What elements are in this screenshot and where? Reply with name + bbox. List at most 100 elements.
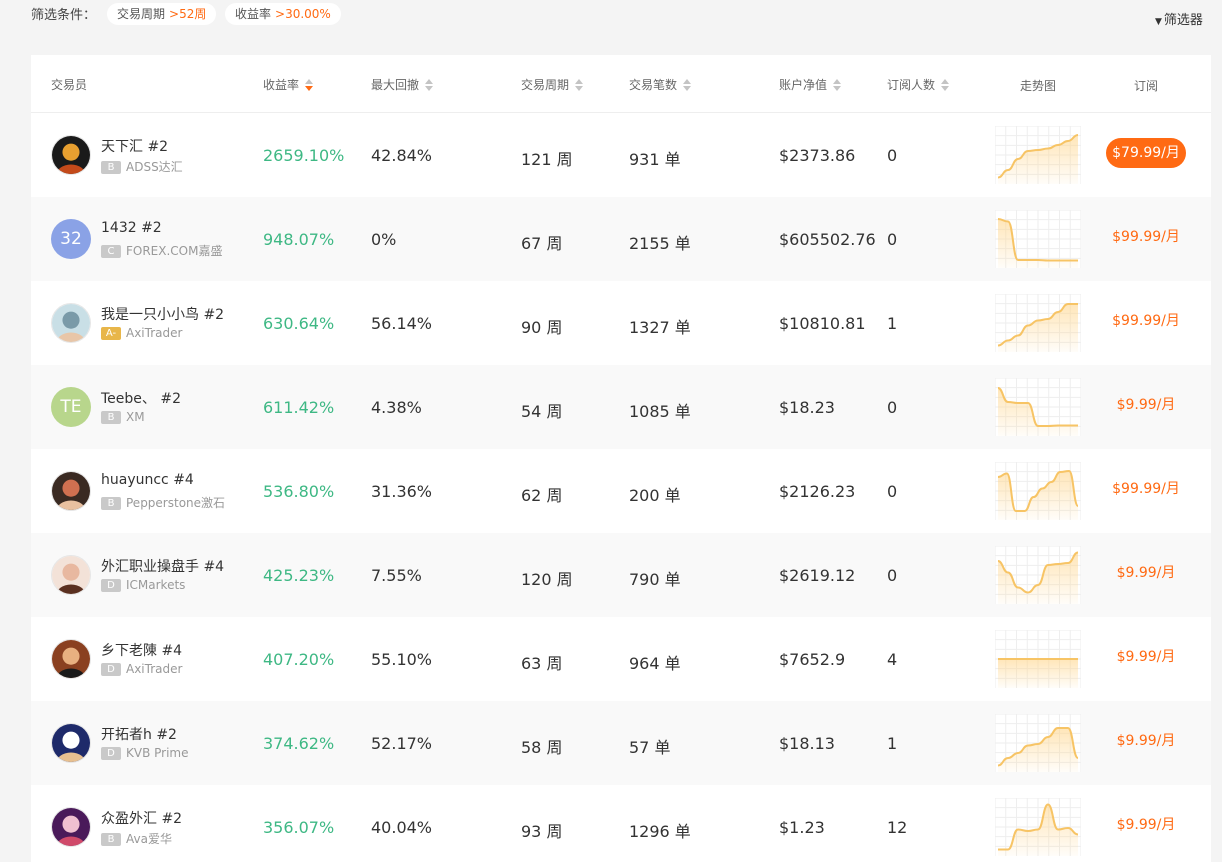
avatar-photo-icon xyxy=(52,640,90,678)
table-row[interactable]: 外汇职业操盘手 #4 D ICMarkets 425.23% 7.55% 120 周 790… xyxy=(31,533,1211,617)
max-drawdown-value: 52.17% xyxy=(371,734,433,753)
avatar-photo-icon xyxy=(52,472,90,510)
header-trend: 走势图 xyxy=(1019,79,1056,93)
table-row[interactable]: 乡下老陳 #4 D AxiTrader 407.20% 55.10% 63 周 964 单 $… xyxy=(31,617,1211,701)
table-row[interactable]: huayuncc #4 B Pepperstone激石 536.80% 31.36% 62… xyxy=(31,449,1211,533)
subscribers-value: 1 xyxy=(887,734,898,753)
subscribe-button[interactable]: $9.99/月 xyxy=(1106,726,1186,756)
filter-chip-value: >30.00% xyxy=(275,7,331,21)
avatar[interactable] xyxy=(51,303,91,343)
trader-name[interactable]: huayuncc #4 xyxy=(101,472,194,488)
table-row[interactable]: 开拓者h #2 D KVB Prime 374.62% 52.17% 58 周 57 单 $1… xyxy=(31,701,1211,785)
subscribe-button[interactable]: $9.99/月 xyxy=(1106,810,1186,840)
equity-value: $605502.76 xyxy=(779,230,876,249)
trend-sparkline xyxy=(995,546,1081,604)
avatar[interactable] xyxy=(51,807,91,847)
return-value: 2659.10% xyxy=(263,146,345,165)
broker: B Ava爱华 xyxy=(101,830,172,847)
filter-chip-period[interactable]: 交易周期 >52周 xyxy=(107,3,217,25)
broker-badge: C xyxy=(101,245,121,258)
period-value: 62 周 xyxy=(521,486,563,505)
broker-name: ADSS达汇 xyxy=(126,160,183,174)
subscribe-button[interactable]: $9.99/月 xyxy=(1106,642,1186,672)
equity-value: $10810.81 xyxy=(779,314,866,333)
trend-sparkline xyxy=(995,714,1081,772)
table-row[interactable]: TE Teebe、 #2 B XM 611.42% 4.38% 54 周 1085 单 $18.… xyxy=(31,365,1211,449)
broker-badge: D xyxy=(101,747,121,760)
sort-icon xyxy=(304,78,314,92)
broker-badge: B xyxy=(101,497,121,510)
broker-name: Ava爱华 xyxy=(126,832,172,846)
avatar[interactable]: 32 xyxy=(51,219,91,259)
subscribe-button[interactable]: $99.99/月 xyxy=(1106,474,1186,504)
subscribe-button[interactable]: $99.99/月 xyxy=(1106,222,1186,252)
header-max-drawdown[interactable]: 最大回撤 xyxy=(371,76,434,93)
broker-badge: B xyxy=(101,161,121,174)
trades-value: 1085 单 xyxy=(629,402,691,421)
trader-name[interactable]: 外汇职业操盘手 #4 xyxy=(101,556,224,576)
avatar-initials: 32 xyxy=(60,229,82,249)
filter-button[interactable]: ▼ 筛选器 xyxy=(1155,9,1203,28)
period-value: 58 周 xyxy=(521,738,563,757)
header-return[interactable]: 收益率 xyxy=(263,76,314,93)
trader-name[interactable]: 开拓者h #2 xyxy=(101,724,177,744)
trades-value: 1296 单 xyxy=(629,822,691,841)
header-period[interactable]: 交易周期 xyxy=(521,76,584,93)
header-subscribers[interactable]: 订阅人数 xyxy=(887,76,950,93)
broker: D AxiTrader xyxy=(101,662,182,676)
avatar[interactable] xyxy=(51,135,91,175)
trader-name[interactable]: 天下汇 #2 xyxy=(101,136,168,156)
period-value: 67 周 xyxy=(521,234,563,253)
subscribers-value: 4 xyxy=(887,650,898,669)
trader-name[interactable]: 众盈外汇 #2 xyxy=(101,808,182,828)
subscribe-button[interactable]: $99.99/月 xyxy=(1106,306,1186,336)
filter-chip-return[interactable]: 收益率 >30.00% xyxy=(225,3,341,25)
table-row[interactable]: 天下汇 #2 B ADSS达汇 2659.10% 42.84% 121 周 931 单 $23… xyxy=(31,113,1211,197)
broker-name: XM xyxy=(126,410,145,424)
header-trades[interactable]: 交易笔数 xyxy=(629,76,692,93)
broker: C FOREX.COM嘉盛 xyxy=(101,242,222,259)
equity-value: $2373.86 xyxy=(779,146,856,165)
header-equity-label: 账户净值 xyxy=(779,78,828,92)
header-equity[interactable]: 账户净值 xyxy=(779,76,842,93)
broker-name: KVB Prime xyxy=(126,746,189,760)
trader-name[interactable]: 我是一只小小鸟 #2 xyxy=(101,304,224,324)
avatar[interactable] xyxy=(51,471,91,511)
avatar[interactable] xyxy=(51,723,91,763)
trades-value: 931 单 xyxy=(629,150,681,169)
avatar[interactable] xyxy=(51,639,91,679)
table-header: 交易员 收益率 最大回撤 交易周期 交易笔数 账户净值 订阅人数 走势图 订阅 xyxy=(31,55,1211,113)
trend-sparkline xyxy=(995,462,1081,520)
table-row[interactable]: 众盈外汇 #2 B Ava爱华 356.07% 40.04% 93 周 1296 单 $1.2… xyxy=(31,785,1211,862)
subscribers-value: 0 xyxy=(887,398,898,417)
table-row[interactable]: 32 1432 #2 C FOREX.COM嘉盛 948.07% 0% 67 周 2155 单… xyxy=(31,197,1211,281)
trader-name[interactable]: 乡下老陳 #4 xyxy=(101,640,182,660)
subscribers-value: 0 xyxy=(887,230,898,249)
period-value: 120 周 xyxy=(521,570,573,589)
header-period-label: 交易周期 xyxy=(521,78,570,92)
subscribe-button[interactable]: $9.99/月 xyxy=(1106,558,1186,588)
trader-name[interactable]: Teebe、 #2 xyxy=(101,388,181,408)
header-trades-label: 交易笔数 xyxy=(629,78,678,92)
subscribers-value: 0 xyxy=(887,566,898,585)
sort-icon xyxy=(682,78,692,92)
max-drawdown-value: 42.84% xyxy=(371,146,433,165)
subscribe-button[interactable]: $9.99/月 xyxy=(1106,390,1186,420)
subscribers-value: 12 xyxy=(887,818,908,837)
trader-name[interactable]: 1432 #2 xyxy=(101,220,162,236)
sort-icon xyxy=(832,78,842,92)
header-subscribers-label: 订阅人数 xyxy=(887,78,936,92)
return-value: 948.07% xyxy=(263,230,335,249)
broker: D ICMarkets xyxy=(101,578,185,592)
broker-name: Pepperstone激石 xyxy=(126,496,226,510)
header-subscribe: 订阅 xyxy=(1133,79,1158,93)
filter-chip-key: 交易周期 xyxy=(117,7,166,21)
avatar[interactable]: TE xyxy=(51,387,91,427)
equity-value: $1.23 xyxy=(779,818,825,837)
broker-badge: B xyxy=(101,411,121,424)
trend-area xyxy=(998,659,1078,688)
subscribe-button[interactable]: $79.99/月 xyxy=(1106,138,1186,168)
avatar[interactable] xyxy=(51,555,91,595)
table-row[interactable]: 我是一只小小鸟 #2 A- AxiTrader 630.64% 56.14% 90 周 13… xyxy=(31,281,1211,365)
max-drawdown-value: 4.38% xyxy=(371,398,422,417)
